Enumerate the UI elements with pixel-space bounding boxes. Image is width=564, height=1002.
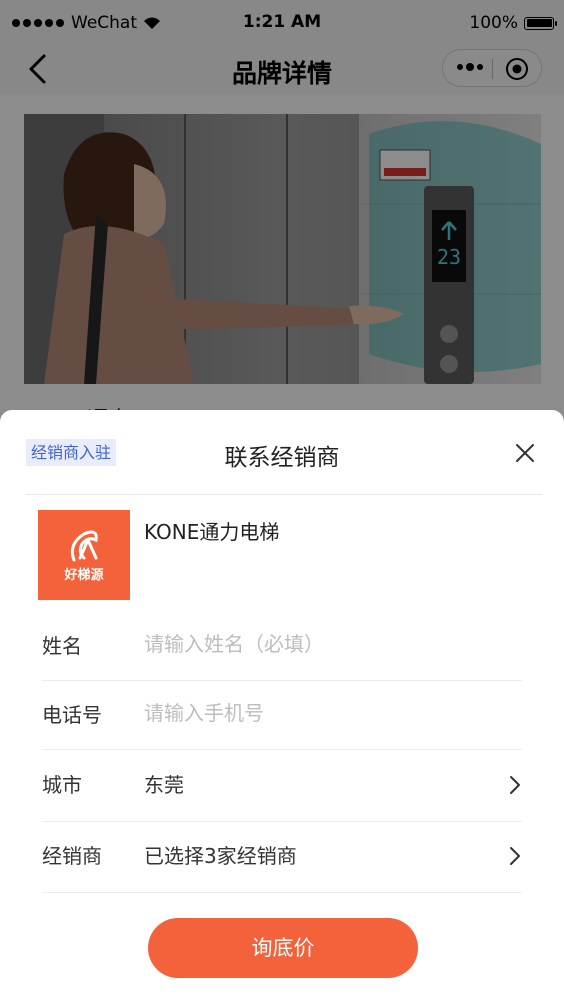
brand-logo: 好梯源: [38, 510, 130, 600]
brand-name: KONE通力电梯: [144, 520, 280, 544]
phone-label: 电话号: [42, 703, 102, 727]
contact-dealer-sheet: 经销商入驻 联系经销商 好梯源 KONE通力电梯 姓名 电话号 城市 东莞: [0, 410, 564, 1002]
logo-text: 好梯源: [64, 568, 104, 583]
dealer-row[interactable]: 经销商 已选择3家经销商: [42, 822, 522, 893]
phone-row: 电话号: [42, 681, 522, 750]
chevron-right-icon: [510, 847, 520, 865]
inquire-price-button[interactable]: 询底价: [148, 918, 418, 978]
page: WeChat 1:21 AM 100% 品牌详情 23 经销商入驻 联系经销商 …: [0, 0, 564, 1002]
close-icon[interactable]: [512, 440, 538, 466]
chevron-right-icon: [510, 776, 520, 794]
phone-input[interactable]: [144, 695, 484, 731]
logo-mark-icon: [70, 530, 98, 562]
divider: [26, 494, 542, 495]
city-label: 城市: [42, 773, 82, 797]
sheet-title: 联系经销商: [224, 445, 340, 471]
name-row: 姓名: [42, 612, 522, 681]
city-value: 东莞: [144, 773, 184, 797]
dealer-label: 经销商: [42, 844, 102, 868]
name-label: 姓名: [42, 634, 82, 658]
dealer-value: 已选择3家经销商: [144, 844, 297, 868]
name-input[interactable]: [144, 626, 484, 662]
city-row[interactable]: 城市 东莞: [42, 751, 522, 822]
